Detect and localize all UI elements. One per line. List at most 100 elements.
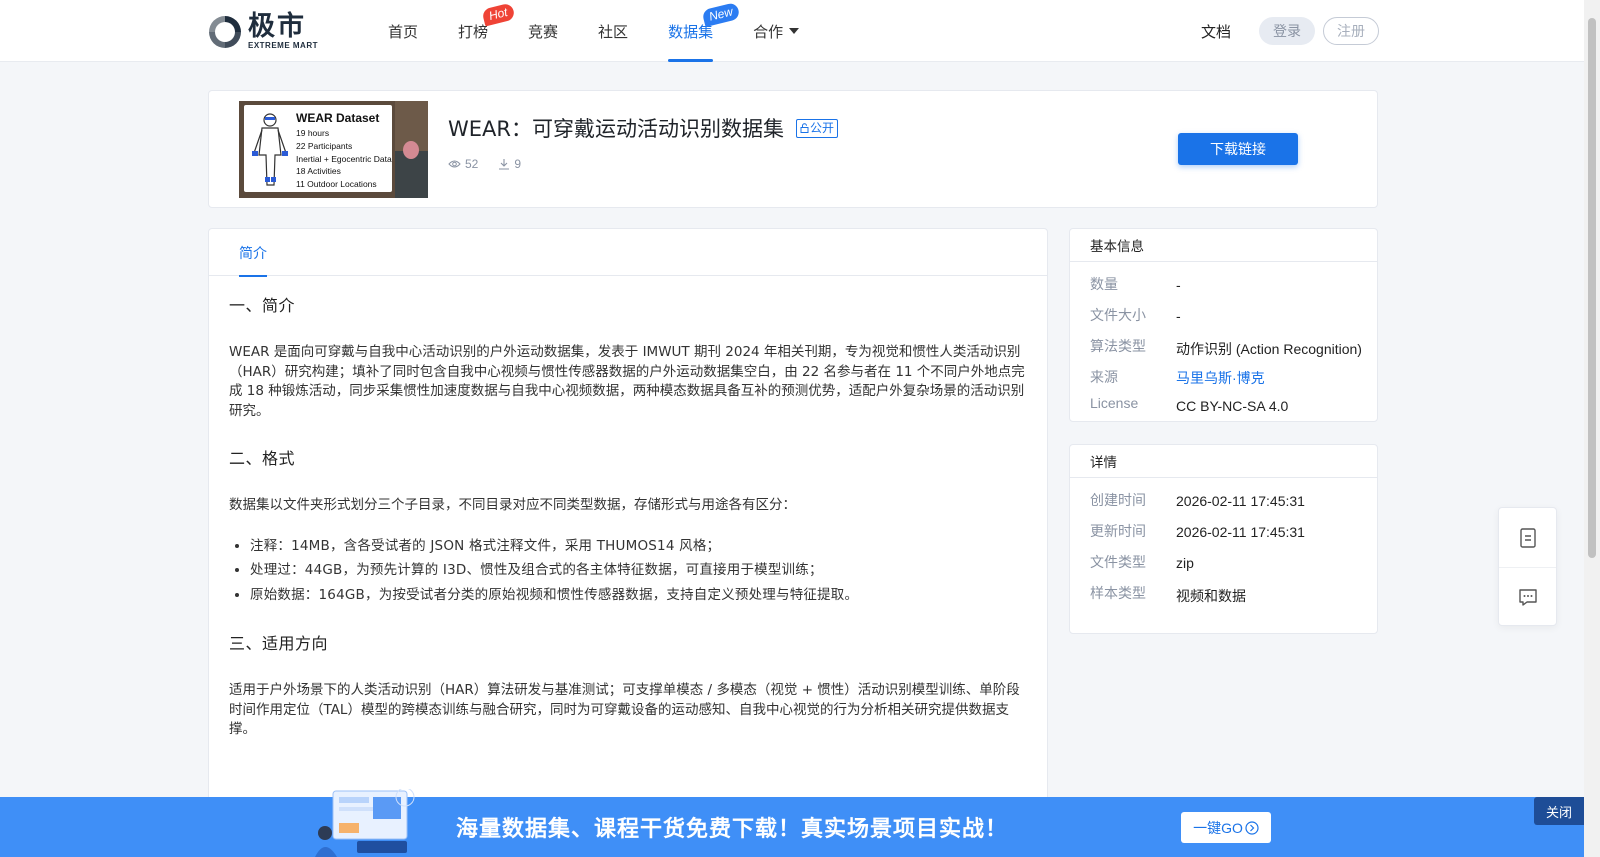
section-title-usage: 三、适用方向 xyxy=(229,634,329,653)
chat-icon xyxy=(1518,588,1537,606)
detail-key: 文件类型 xyxy=(1090,554,1146,570)
thumbnail-line: 11 Outdoor Locations xyxy=(296,179,377,190)
basic-info-panel: 基本信息 数量 - 文件大小 - 算法类型 动作识别 (Action Recog… xyxy=(1069,228,1378,422)
one-click-go-button[interactable]: 一键GO xyxy=(1181,812,1271,843)
thumbnail-line: 22 Participants xyxy=(296,140,353,151)
description-content: 一、简介 WEAR 是面向可穿戴与自我中心活动识别的户外运动数据集，发表于 IM… xyxy=(229,295,1029,740)
download-link-button[interactable]: 下载链接 xyxy=(1178,133,1298,165)
register-button[interactable]: 注册 xyxy=(1323,17,1379,45)
basic-info-title: 基本信息 xyxy=(1070,229,1377,262)
info-value: CC BY-NC-SA 4.0 xyxy=(1176,398,1289,414)
detail-value: 视频和数据 xyxy=(1176,588,1246,604)
nav-leaderboard[interactable]: 打榜 Hot xyxy=(438,0,516,62)
dataset-title-row: WEAR：可穿戴运动活动识别数据集 公开 xyxy=(448,113,839,143)
info-row-algorithm: 算法类型 动作识别 (Action Recognition) xyxy=(1070,336,1377,367)
nav-competition-label: 竞赛 xyxy=(528,23,559,41)
info-key: 来源 xyxy=(1090,369,1118,385)
info-key: 算法类型 xyxy=(1090,338,1146,354)
logo-text-cn: 极市 xyxy=(248,11,306,42)
thumbnail-stats: 19 hours 22 Participants Inertial + Egoc… xyxy=(296,127,392,191)
details-panel: 详情 创建时间 2026-02-11 17:45:31 更新时间 2026-02… xyxy=(1069,444,1378,634)
info-value: - xyxy=(1176,277,1181,293)
section-text-intro: WEAR 是面向可穿戴与自我中心活动识别的户外运动数据集，发表于 IMWUT 期… xyxy=(229,344,1025,419)
list-item: 处理过：44GB，为预先计算的 I3D、惯性及组合式的各主体特征数据，可直接用于… xyxy=(250,558,1029,583)
site-logo[interactable]: 极市 EXTREME MART xyxy=(207,13,318,51)
scrollbar-thumb[interactable] xyxy=(1588,18,1596,558)
info-row-count: 数量 - xyxy=(1070,274,1377,305)
dataset-title: WEAR：可穿戴运动活动识别数据集 xyxy=(448,117,784,141)
detail-value: zip xyxy=(1176,555,1194,571)
list-item: 注释：14MB，含各受试者的 JSON 格式注释文件，采用 THUMOS14 风… xyxy=(250,534,1029,559)
info-value: 动作识别 (Action Recognition) xyxy=(1176,341,1362,357)
dataset-stats: 52 9 xyxy=(448,157,541,171)
section-text-format: 数据集以文件夹形式划分三个子目录，不同目录对应不同类型数据，存储形式与用途各有区… xyxy=(229,497,796,513)
nav-community-label: 社区 xyxy=(598,23,629,41)
nav-datasets[interactable]: 数据集 New xyxy=(648,0,741,62)
format-list: 注释：14MB，含各受试者的 JSON 格式注释文件，采用 THUMOS14 风… xyxy=(229,534,1029,608)
thumbnail-line: 19 hours xyxy=(296,128,330,138)
detail-key: 创建时间 xyxy=(1090,492,1146,508)
nav-cooperation[interactable]: 合作 xyxy=(733,0,819,62)
detail-row-filetype: 文件类型 zip xyxy=(1070,552,1377,583)
source-link[interactable]: 马里乌斯·博克 xyxy=(1176,368,1265,388)
content-tabs: 简介 xyxy=(209,229,1047,277)
info-value: - xyxy=(1176,308,1181,324)
views-stat: 52 xyxy=(448,157,478,171)
nav-home-label: 首页 xyxy=(388,23,419,41)
dataset-header-card: WEAR Dataset 19 hours 22 Participants In… xyxy=(208,90,1378,208)
document-icon xyxy=(1519,527,1536,548)
main-nav: 首页 打榜 Hot 竞赛 社区 数据集 New 合作 xyxy=(368,0,819,62)
public-tag: 公开 xyxy=(796,118,839,138)
promo-banner: 海量数据集、课程干货免费下载！真实场景项目实战！ 一键GO 关闭 xyxy=(0,789,1584,857)
caret-down-icon xyxy=(789,28,800,34)
info-key: 数量 xyxy=(1090,276,1118,292)
info-key: 文件大小 xyxy=(1090,307,1146,323)
section-title-format: 二、格式 xyxy=(229,449,296,468)
nav-leaderboard-label: 打榜 xyxy=(458,23,489,41)
detail-value: 2026-02-11 17:45:31 xyxy=(1176,524,1305,540)
wearable-figure-icon xyxy=(252,113,288,186)
top-header: 极市 EXTREME MART 首页 打榜 Hot 竞赛 社区 数据集 New … xyxy=(0,0,1584,62)
detail-row-created: 创建时间 2026-02-11 17:45:31 xyxy=(1070,490,1377,521)
nav-cooperation-label: 合作 xyxy=(753,23,784,41)
docs-link[interactable]: 文档 xyxy=(1201,21,1231,42)
detail-value: 2026-02-11 17:45:31 xyxy=(1176,493,1305,509)
details-title: 详情 xyxy=(1070,445,1377,478)
dataset-thumbnail: WEAR Dataset 19 hours 22 Participants In… xyxy=(239,101,428,198)
thumbnail-line: Inertial + Egocentric Data xyxy=(296,153,392,164)
header-actions: 文档 登录 注册 xyxy=(1201,17,1379,45)
close-banner-button[interactable]: 关闭 xyxy=(1534,797,1584,825)
public-tag-label: 公开 xyxy=(810,120,835,135)
nav-community[interactable]: 社区 xyxy=(578,0,648,62)
views-count: 52 xyxy=(465,157,479,171)
detail-row-sampletype: 样本类型 视频和数据 xyxy=(1070,583,1377,614)
banner-illustration-icon xyxy=(315,789,415,857)
login-button[interactable]: 登录 xyxy=(1259,17,1315,45)
info-row-license: License CC BY-NC-SA 4.0 xyxy=(1070,395,1377,426)
notes-button[interactable] xyxy=(1499,508,1556,567)
thumbnail-line: 18 Activities xyxy=(296,166,341,177)
floating-toolbar xyxy=(1498,507,1557,626)
list-item: 原始数据：164GB，为按受试者分类的原始视频和惯性传感器数据，支持自定义预处理… xyxy=(250,583,1029,608)
downloads-count: 9 xyxy=(514,157,522,171)
go-label: 一键GO xyxy=(1193,819,1243,836)
thumbnail-info-card: WEAR Dataset 19 hours 22 Participants In… xyxy=(244,105,392,192)
downloads-stat: 9 xyxy=(498,157,521,171)
info-row-source: 来源 马里乌斯·博克 xyxy=(1070,367,1377,395)
feedback-button[interactable] xyxy=(1499,567,1556,626)
eye-icon xyxy=(448,160,461,168)
download-icon xyxy=(499,159,510,170)
thumbnail-title: WEAR Dataset xyxy=(296,111,380,125)
banner-text: 海量数据集、课程干货免费下载！真实场景项目实战！ xyxy=(456,817,1009,842)
detail-row-updated: 更新时间 2026-02-11 17:45:31 xyxy=(1070,521,1377,552)
section-text-usage: 适用于户外场景下的人类活动识别（HAR）算法研发与基准测试；可支撑单模态 / 多… xyxy=(229,682,1020,737)
nav-home[interactable]: 首页 xyxy=(368,0,438,62)
info-row-size: 文件大小 - xyxy=(1070,305,1377,336)
detail-key: 更新时间 xyxy=(1090,523,1146,539)
logo-text-en: EXTREME MART xyxy=(248,41,318,50)
section-title-intro: 一、简介 xyxy=(229,296,296,315)
lock-open-icon xyxy=(800,122,809,133)
tab-intro[interactable]: 简介 xyxy=(239,229,267,277)
dataset-description-panel: 简介 一、简介 WEAR 是面向可穿戴与自我中心活动识别的户外运动数据集，发表于… xyxy=(208,228,1048,857)
nav-competition[interactable]: 竞赛 xyxy=(508,0,578,62)
